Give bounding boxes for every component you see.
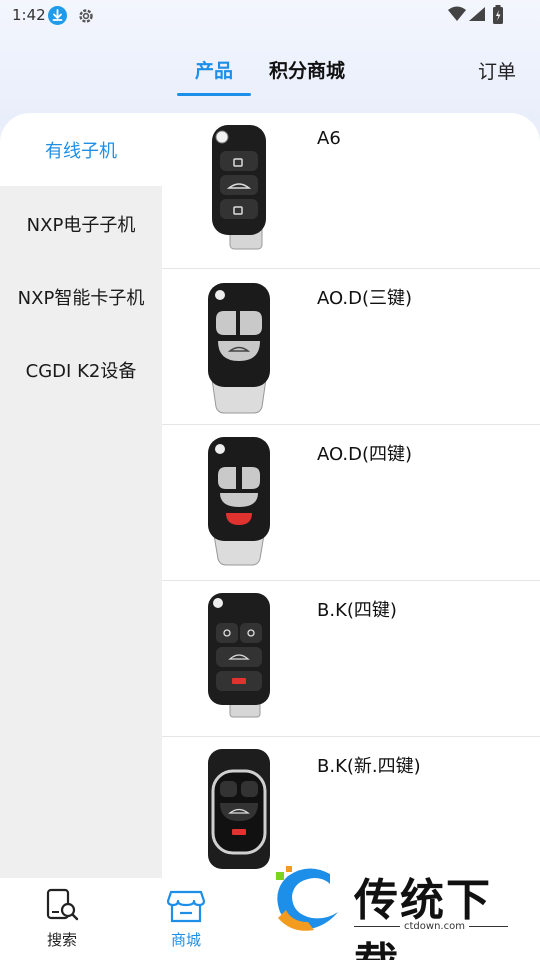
category-cgdi-k2[interactable]: CGDI K2设备 xyxy=(0,357,162,383)
status-bar: 1:42 xyxy=(0,0,540,32)
product-row[interactable]: B.K(四键) xyxy=(162,581,540,737)
category-wired-remote[interactable]: 有线子机 xyxy=(0,137,162,163)
category-nxp-electronic[interactable]: NXP电子子机 xyxy=(0,211,162,237)
key-remote-image xyxy=(200,119,274,259)
store-icon xyxy=(167,890,205,923)
key-remote-image xyxy=(200,275,274,415)
key-remote-image xyxy=(200,587,274,727)
product-row[interactable]: B.K(新.四键) xyxy=(162,737,540,878)
key-remote-image xyxy=(200,431,274,571)
product-name: AO.D(四键) xyxy=(317,444,413,465)
gear-icon xyxy=(76,6,96,26)
download-icon xyxy=(48,6,67,25)
nav-store-label: 商城 xyxy=(170,931,201,949)
product-row[interactable]: A6 xyxy=(162,113,540,269)
product-name: A6 xyxy=(317,128,341,149)
nav-search[interactable]: 搜索 xyxy=(22,878,102,960)
tab-products[interactable]: 产品 xyxy=(195,56,233,83)
active-tab-indicator xyxy=(177,93,251,96)
product-row[interactable]: AO.D(三键) xyxy=(162,269,540,425)
product-name: B.K(四键) xyxy=(317,600,397,621)
tab-points-mall[interactable]: 积分商城 xyxy=(269,56,345,83)
watermark: 传统下载 ctdown.com xyxy=(268,860,528,960)
nav-store[interactable]: 商城 xyxy=(146,878,226,960)
battery-icon xyxy=(492,5,504,29)
wifi-icon xyxy=(448,6,466,26)
watermark-url: ctdown.com xyxy=(400,921,469,932)
watermark-text: 传统下载 xyxy=(354,875,492,960)
key-remote-image xyxy=(200,743,274,878)
orders-button[interactable]: 订单 xyxy=(478,57,516,84)
product-name: B.K(新.四键) xyxy=(317,756,421,777)
signal-icon xyxy=(468,6,486,26)
product-name: AO.D(三键) xyxy=(317,288,413,309)
watermark-logo-icon xyxy=(276,866,338,931)
content-panel: 有线子机 NXP电子子机 NXP智能卡子机 CGDI K2设备 A6 AO.D(… xyxy=(0,113,540,878)
status-time: 1:42 xyxy=(12,6,46,24)
nav-search-label: 搜索 xyxy=(46,931,77,949)
category-nxp-smart-card[interactable]: NXP智能卡子机 xyxy=(0,284,162,310)
search-phone-icon xyxy=(46,888,79,921)
product-row[interactable]: AO.D(四键) xyxy=(162,425,540,581)
